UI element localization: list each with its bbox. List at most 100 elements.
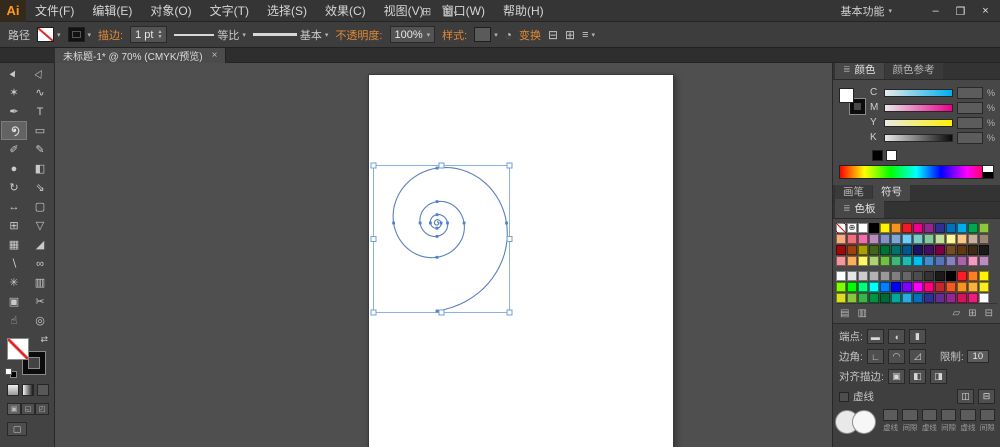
anchor-point[interactable] — [435, 166, 439, 170]
anchor-point[interactable] — [435, 200, 439, 203]
selection-handle[interactable] — [506, 162, 513, 169]
swatch[interactable] — [979, 282, 989, 292]
tab-close-icon[interactable]: × — [212, 50, 218, 61]
swatch[interactable] — [880, 245, 890, 255]
anchor-point[interactable] — [392, 221, 395, 225]
restore-button[interactable]: ❐ — [948, 0, 973, 22]
scale-tool[interactable]: ⇘ — [27, 178, 53, 197]
swatch[interactable] — [891, 282, 901, 292]
color-spectrum[interactable] — [839, 165, 994, 179]
swatch[interactable] — [891, 234, 901, 244]
swatch[interactable] — [858, 223, 868, 233]
channel-m-value-field[interactable] — [957, 101, 983, 114]
white-swatch[interactable] — [886, 150, 897, 161]
spiral-path[interactable] — [392, 166, 508, 312]
selection-handle[interactable] — [506, 309, 513, 316]
swatch[interactable] — [836, 234, 846, 244]
selection-handle[interactable] — [438, 309, 445, 316]
document-tab[interactable]: 未标题-1* @ 70% (CMYK/预览) × — [55, 48, 227, 63]
transform-panel-link[interactable]: 变换 — [519, 27, 541, 43]
free-transform-tool[interactable]: ▢ — [27, 197, 53, 216]
zoom-tool[interactable]: ◎ — [27, 311, 53, 330]
menu-type[interactable]: 文字(T) — [201, 0, 258, 22]
anchor-point[interactable] — [446, 221, 449, 225]
opacity-panel-link[interactable]: 不透明度: — [335, 27, 382, 43]
pencil-tool[interactable]: ✎ — [27, 140, 53, 159]
arrange-documents-icon[interactable]: ⊞ — [422, 5, 431, 18]
swatch[interactable] — [957, 282, 967, 292]
swatch[interactable] — [836, 282, 846, 292]
channel-c-slider[interactable] — [884, 88, 953, 97]
anchor-point[interactable] — [439, 221, 443, 225]
dashed-line-checkbox[interactable] — [839, 391, 849, 402]
opacity-field[interactable]: 100% ▾ — [389, 26, 436, 43]
anchor-point[interactable] — [462, 221, 466, 225]
paintbrush-tool[interactable]: ✐ — [1, 140, 27, 159]
swap-fill-stroke-icon[interactable]: ⇄ — [40, 334, 48, 345]
hand-tool[interactable]: ☝ — [1, 311, 27, 330]
anchor-point[interactable] — [418, 221, 422, 225]
swatch[interactable] — [946, 234, 956, 244]
menu-select[interactable]: 选择(S) — [258, 0, 316, 22]
swatch[interactable]: ⊕ — [847, 223, 857, 233]
channel-y-slider[interactable] — [884, 118, 953, 127]
channel-k-slider[interactable] — [884, 133, 953, 142]
style-dropdown[interactable]: ▾ — [474, 27, 498, 42]
swatch[interactable] — [891, 271, 901, 281]
swatch-kinds-icon[interactable]: ▥ — [857, 308, 866, 319]
stroke-panel-link[interactable]: 描边: — [98, 27, 123, 43]
swatch[interactable] — [880, 282, 890, 292]
cap-round-button[interactable]: ◖ — [887, 329, 905, 344]
swatch[interactable] — [847, 256, 857, 266]
draw-normal-button[interactable]: ▣ — [7, 403, 21, 415]
color-button[interactable] — [7, 384, 19, 396]
new-swatch-group-icon[interactable]: ▱ — [953, 308, 961, 319]
screen-mode-button[interactable]: ▢ — [7, 422, 27, 436]
rotate-tool[interactable]: ↻ — [1, 178, 27, 197]
tab-swatches[interactable]: ≣ 色板 — [835, 199, 884, 218]
spectrum-black[interactable] — [983, 172, 993, 178]
swatch[interactable] — [902, 293, 912, 303]
eraser-tool[interactable]: ◧ — [27, 159, 53, 178]
width-profile-dropdown[interactable]: 等比 ▾ — [174, 27, 246, 43]
draw-inside-button[interactable]: ◰ — [35, 403, 49, 415]
magic-wand-tool[interactable]: ✶ — [1, 83, 27, 102]
limit-value-field[interactable]: 10 — [966, 350, 989, 363]
swatch[interactable] — [891, 245, 901, 255]
menu-edit[interactable]: 编辑(E) — [83, 0, 141, 22]
swatch[interactable] — [946, 293, 956, 303]
type-tool[interactable]: T — [27, 102, 53, 121]
align-stroke-center-button[interactable]: ▣ — [887, 369, 905, 384]
draw-behind-button[interactable]: ◱ — [21, 403, 35, 415]
none-button[interactable] — [37, 384, 49, 396]
swatch[interactable] — [847, 271, 857, 281]
swatch[interactable] — [880, 234, 890, 244]
gradient-button[interactable] — [22, 384, 34, 396]
proxy-fill-swatch[interactable] — [839, 88, 854, 103]
swatch[interactable] — [924, 293, 934, 303]
width-tool[interactable]: ↔ — [1, 197, 27, 216]
align-stroke-inside-button[interactable]: ◧ — [908, 369, 926, 384]
default-fill-stroke-icon[interactable] — [5, 368, 17, 378]
swatch[interactable] — [869, 223, 879, 233]
swatch[interactable] — [946, 271, 956, 281]
swatch[interactable] — [913, 234, 923, 244]
swatch[interactable] — [968, 223, 978, 233]
fill-proxy-swatch[interactable] — [7, 338, 29, 360]
swatch[interactable] — [880, 256, 890, 266]
menu-file[interactable]: 文件(F) — [26, 0, 83, 22]
swatch[interactable] — [979, 245, 989, 255]
anchor-point[interactable] — [435, 226, 439, 230]
spectrum-end-swatches[interactable] — [982, 166, 993, 178]
stroke-weight-field[interactable]: 1 pt ▲ ▼ — [130, 26, 168, 43]
swatch[interactable] — [979, 256, 989, 266]
column-graph-tool[interactable]: ▥ — [27, 273, 53, 292]
tab-color[interactable]: ≣ 颜色 — [835, 63, 884, 79]
black-swatch[interactable] — [872, 150, 883, 161]
join-bevel-button[interactable]: ◿ — [908, 349, 926, 364]
selection-handle[interactable] — [438, 162, 445, 169]
swatch[interactable] — [836, 223, 846, 233]
swatch[interactable] — [979, 223, 989, 233]
swatch[interactable] — [935, 223, 945, 233]
anchor-point[interactable] — [429, 221, 432, 225]
